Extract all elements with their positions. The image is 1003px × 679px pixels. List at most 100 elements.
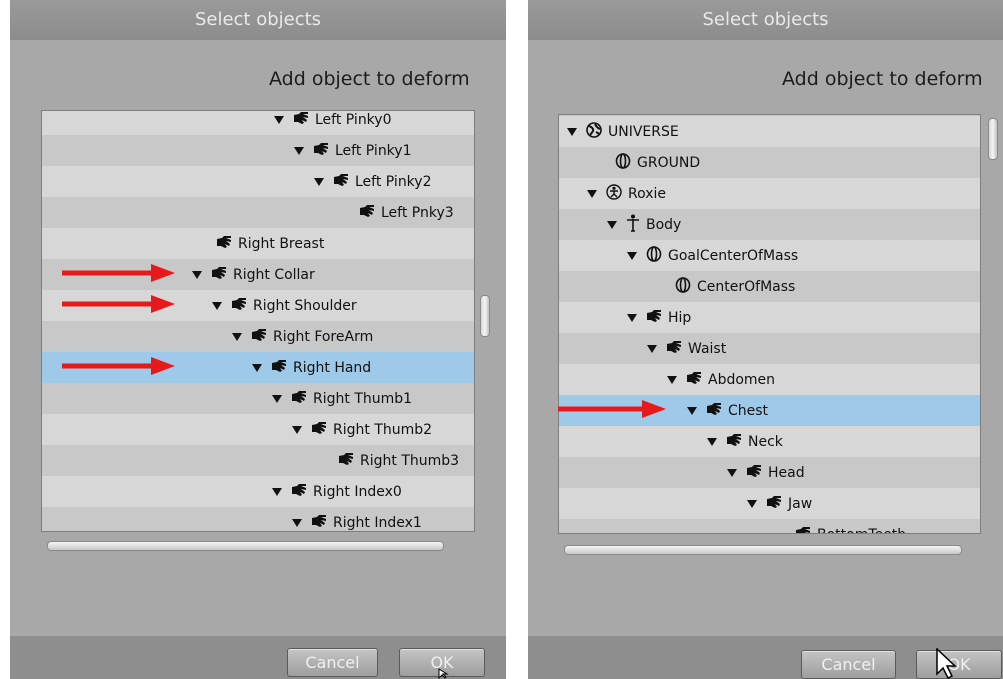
hand-icon: [359, 204, 375, 222]
tree-item-label: Hip: [668, 309, 692, 326]
hand-icon: [795, 526, 811, 533]
hand-icon: [766, 495, 782, 513]
tree-item-label: Right Thumb1: [313, 390, 413, 407]
red-arrow-annotation-icon: [556, 398, 668, 425]
ok-button[interactable]: OK: [916, 650, 1002, 679]
expand-triangle-icon[interactable]: [314, 177, 324, 186]
object-tree-list[interactable]: Left Pinky0 Left Pinky1 Left Pinky2 Left Pn…: [41, 110, 475, 532]
expand-triangle-icon[interactable]: [274, 115, 284, 124]
expand-triangle-icon[interactable]: [647, 344, 657, 353]
expand-triangle-icon[interactable]: [232, 332, 242, 341]
vertical-scrollbar-thumb[interactable]: [480, 295, 490, 337]
tree-item-label: Right Shoulder: [253, 297, 357, 314]
tree-item-label: Left Pinky1: [335, 142, 412, 159]
hand-icon: [211, 266, 227, 284]
object-tree-list[interactable]: UNIVERSE GROUND Roxie Body GoalCenterOfMass C…: [558, 114, 981, 534]
select-objects-dialog-left: Select objects Add object to deform Left…: [10, 0, 506, 679]
tree-item-label: BottomTeeth: [817, 527, 906, 534]
tree-item-label: GoalCenterOfMass: [668, 247, 799, 264]
tree-item[interactable]: Right Thumb1: [42, 383, 474, 414]
expand-triangle-icon[interactable]: [212, 301, 222, 310]
red-arrow-annotation-icon: [60, 355, 177, 382]
vertical-scrollbar-thumb[interactable]: [988, 118, 998, 160]
tree-item-label: Right Thumb3: [360, 452, 460, 469]
tree-item[interactable]: Right Thumb3: [42, 445, 474, 476]
vertical-scrollbar-track[interactable]: [988, 118, 998, 532]
tree-item[interactable]: Waist: [559, 333, 980, 364]
expand-triangle-icon[interactable]: [294, 146, 304, 155]
dialog-title: Select objects: [528, 0, 1003, 40]
globe-icon: [586, 121, 602, 142]
body-icon: [626, 214, 640, 236]
cancel-button[interactable]: Cancel: [801, 650, 896, 679]
tree-item[interactable]: Left Pnky3: [42, 197, 474, 228]
tree-item[interactable]: UNIVERSE: [559, 116, 980, 147]
expand-triangle-icon[interactable]: [587, 189, 597, 198]
tree-item-label: Left Pinky2: [355, 173, 432, 190]
tree-item[interactable]: Neck: [559, 426, 980, 457]
hand-icon: [646, 309, 662, 327]
expand-triangle-icon[interactable]: [192, 270, 202, 279]
tree-item[interactable]: Body: [559, 209, 980, 240]
expand-triangle-icon[interactable]: [292, 518, 302, 527]
tree-item[interactable]: Right Thumb2: [42, 414, 474, 445]
expand-triangle-icon[interactable]: [627, 251, 637, 260]
hand-icon: [338, 452, 354, 470]
cancel-button[interactable]: Cancel: [287, 648, 378, 677]
hand-icon: [291, 390, 307, 408]
tree-item-label: Abdomen: [708, 371, 776, 388]
tree-item-label: Jaw: [788, 495, 813, 512]
expand-triangle-icon[interactable]: [252, 363, 262, 372]
expand-triangle-icon[interactable]: [687, 406, 697, 415]
hand-icon: [271, 359, 287, 377]
expand-triangle-icon[interactable]: [627, 313, 637, 322]
expand-triangle-icon[interactable]: [747, 499, 757, 508]
expand-triangle-icon[interactable]: [272, 394, 282, 403]
tree-item[interactable]: Roxie: [559, 178, 980, 209]
tree-item[interactable]: Left Pinky0: [42, 111, 474, 135]
expand-triangle-icon[interactable]: [727, 468, 737, 477]
hand-icon: [251, 328, 267, 346]
tree-item[interactable]: Abdomen: [559, 364, 980, 395]
horizontal-scrollbar-thumb[interactable]: [564, 545, 962, 555]
mouse-cursor-icon: [936, 648, 957, 679]
select-objects-dialog-right: Select objects Add object to deform UNIV…: [528, 0, 1003, 679]
dialog-title: Select objects: [10, 0, 506, 40]
expand-triangle-icon[interactable]: [272, 487, 282, 496]
tree-item[interactable]: Left Pinky2: [42, 166, 474, 197]
tree-item[interactable]: CenterOfMass: [559, 271, 980, 302]
tree-item[interactable]: Head: [559, 457, 980, 488]
expand-triangle-icon[interactable]: [567, 127, 577, 136]
tree-item[interactable]: Right Breast: [42, 228, 474, 259]
hand-icon: [686, 371, 702, 389]
tree-item[interactable]: GoalCenterOfMass: [559, 240, 980, 271]
tree-item[interactable]: Jaw: [559, 488, 980, 519]
tree-item-label: Roxie: [628, 185, 667, 202]
mouse-cursor-icon: [438, 668, 449, 679]
prop-icon: [615, 152, 631, 173]
hand-icon: [216, 235, 232, 253]
tree-item-label: Right Hand: [293, 359, 372, 376]
tree-item-label: Right Breast: [238, 235, 325, 252]
vertical-scrollbar-track[interactable]: [480, 120, 490, 530]
tree-item-label: Right Index0: [313, 483, 402, 500]
expand-triangle-icon[interactable]: [292, 425, 302, 434]
expand-triangle-icon[interactable]: [607, 220, 617, 229]
hand-icon: [231, 297, 247, 315]
tree-item-label: Waist: [688, 340, 727, 357]
red-arrow-annotation-icon: [60, 293, 177, 320]
expand-triangle-icon[interactable]: [707, 437, 717, 446]
tree-item-label: UNIVERSE: [608, 123, 679, 140]
horizontal-scrollbar-thumb[interactable]: [47, 541, 444, 551]
expand-triangle-icon[interactable]: [667, 375, 677, 384]
tree-item-label: Left Pnky3: [381, 204, 454, 221]
hand-icon: [706, 402, 722, 420]
tree-item[interactable]: Hip: [559, 302, 980, 333]
tree-item[interactable]: Right ForeArm: [42, 321, 474, 352]
tree-item-label: Right ForeArm: [273, 328, 374, 345]
tree-item[interactable]: BottomTeeth: [559, 519, 980, 534]
tree-item[interactable]: Left Pinky1: [42, 135, 474, 166]
tree-item[interactable]: Right Index1: [42, 507, 474, 531]
tree-item[interactable]: Right Index0: [42, 476, 474, 507]
tree-item[interactable]: GROUND: [559, 147, 980, 178]
